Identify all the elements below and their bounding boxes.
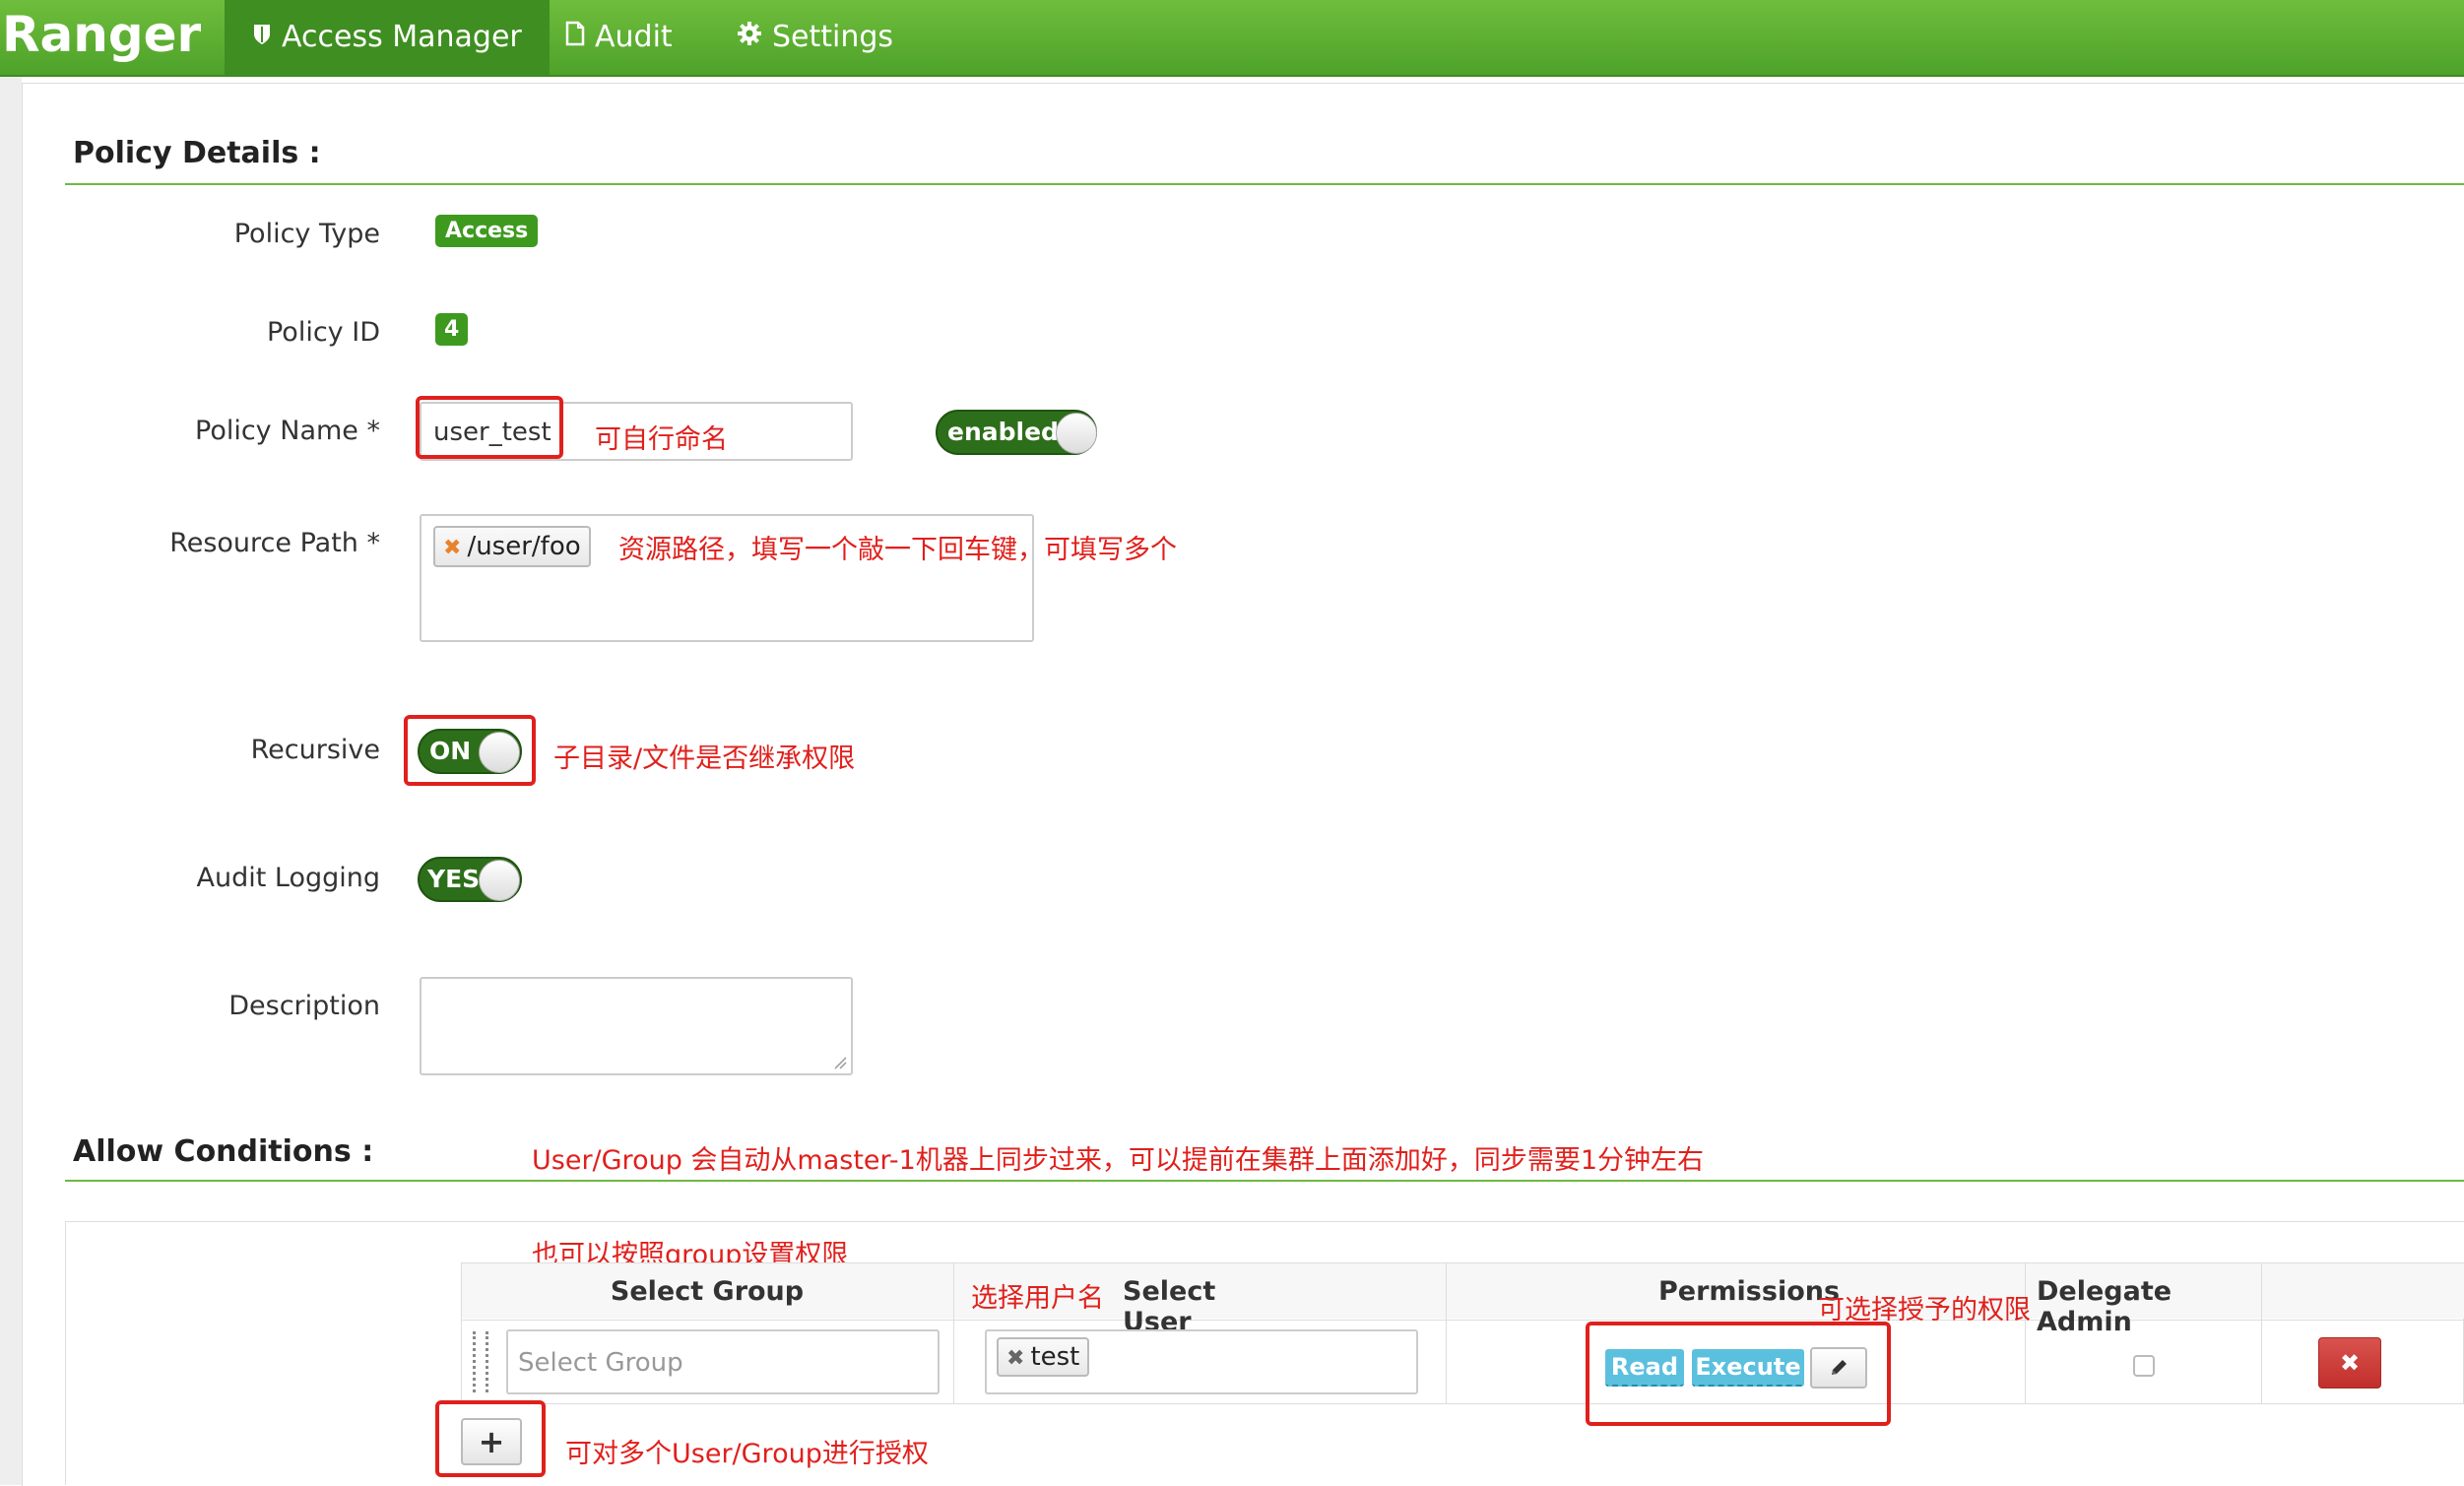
user-tag-label: test — [1030, 1342, 1080, 1372]
annotation-recursive: 子目录/文件是否继承权限 — [553, 743, 856, 774]
nav-settings[interactable]: Settings — [709, 0, 921, 75]
toggle-knob — [1056, 413, 1097, 454]
file-icon — [565, 0, 585, 75]
recursive-label: Recursive — [250, 735, 380, 765]
audit-logging-toggle[interactable]: YES — [418, 857, 522, 902]
policy-details-title: Policy Details : — [73, 136, 321, 170]
enabled-toggle[interactable]: enabled — [936, 410, 1097, 455]
table-divider — [2025, 1262, 2026, 1404]
section-divider — [65, 1180, 2464, 1182]
policy-name-label: Policy Name * — [195, 416, 380, 446]
select-group-input[interactable]: Select Group — [506, 1329, 940, 1394]
close-icon: ✖ — [2339, 1349, 2361, 1377]
policy-type-label: Policy Type — [233, 219, 380, 249]
left-gutter — [0, 77, 22, 1485]
description-textarea[interactable] — [420, 977, 853, 1075]
nav-audit[interactable]: Audit — [538, 0, 700, 75]
nav-audit-label: Audit — [595, 20, 673, 54]
audit-logging-label: Audit Logging — [196, 863, 380, 893]
policy-id-label: Policy ID — [266, 317, 380, 348]
resize-handle-icon[interactable] — [833, 1056, 847, 1069]
header-select-group: Select Group — [610, 1276, 805, 1307]
enabled-toggle-label: enabled — [947, 418, 1059, 446]
annotation-resource-path: 资源路径，填写一个敲一下回车键，可填写多个 — [618, 535, 1177, 565]
policy-id-badge: 4 — [435, 313, 469, 346]
remove-tag-icon[interactable]: ✖ — [443, 536, 461, 560]
select-group-placeholder: Select Group — [518, 1348, 683, 1378]
resource-path-tag[interactable]: ✖/user/foo — [433, 526, 591, 567]
header-select-user: Select User — [1123, 1276, 1216, 1337]
table-divider — [1446, 1262, 1447, 1404]
policy-type-badge: Access — [435, 215, 539, 247]
resource-path-tag-label: /user/foo — [467, 532, 581, 561]
header-permissions: Permissions — [1658, 1276, 1841, 1307]
nav-settings-label: Settings — [772, 20, 894, 54]
nav-access-manager-label: Access Manager — [282, 20, 522, 54]
annotation-user-group-sync: User/Group 会自动从master-1机器上同步过来，可以提前在集群上面… — [532, 1145, 1705, 1176]
resource-path-label: Resource Path * — [169, 528, 380, 558]
delegate-admin-checkbox[interactable] — [2133, 1355, 2155, 1377]
gear-icon — [737, 0, 762, 75]
annotation-highlight-box — [416, 396, 563, 459]
top-navbar: Ranger Access Manager Audit Settings — [0, 0, 2464, 77]
drag-handle-icon[interactable] — [473, 1331, 488, 1392]
shield-icon — [252, 0, 272, 75]
annotation-policy-name: 可自行命名 — [595, 424, 728, 455]
nav-access-manager[interactable]: Access Manager — [225, 0, 550, 75]
user-tag[interactable]: ✖ test — [997, 1337, 1089, 1377]
annotation-highlight-box — [1586, 1322, 1891, 1426]
toggle-knob — [479, 860, 520, 901]
delete-row-button[interactable]: ✖ — [2318, 1337, 2381, 1389]
annotation-select-user: 选择用户名 — [971, 1283, 1104, 1314]
annotation-highlight-box — [404, 715, 536, 786]
annotation-highlight-box — [435, 1400, 546, 1477]
section-divider — [65, 183, 2464, 185]
brand-logo[interactable]: Ranger — [2, 6, 201, 63]
annotation-add-more: 可对多个User/Group进行授权 — [565, 1439, 929, 1469]
allow-conditions-title: Allow Conditions : — [73, 1134, 374, 1169]
audit-logging-toggle-label: YES — [427, 865, 481, 893]
header-delegate-admin: Delegate Admin — [2037, 1276, 2172, 1337]
remove-tag-icon[interactable]: ✖ — [1006, 1346, 1024, 1371]
table-divider — [953, 1262, 954, 1404]
description-label: Description — [228, 991, 380, 1021]
